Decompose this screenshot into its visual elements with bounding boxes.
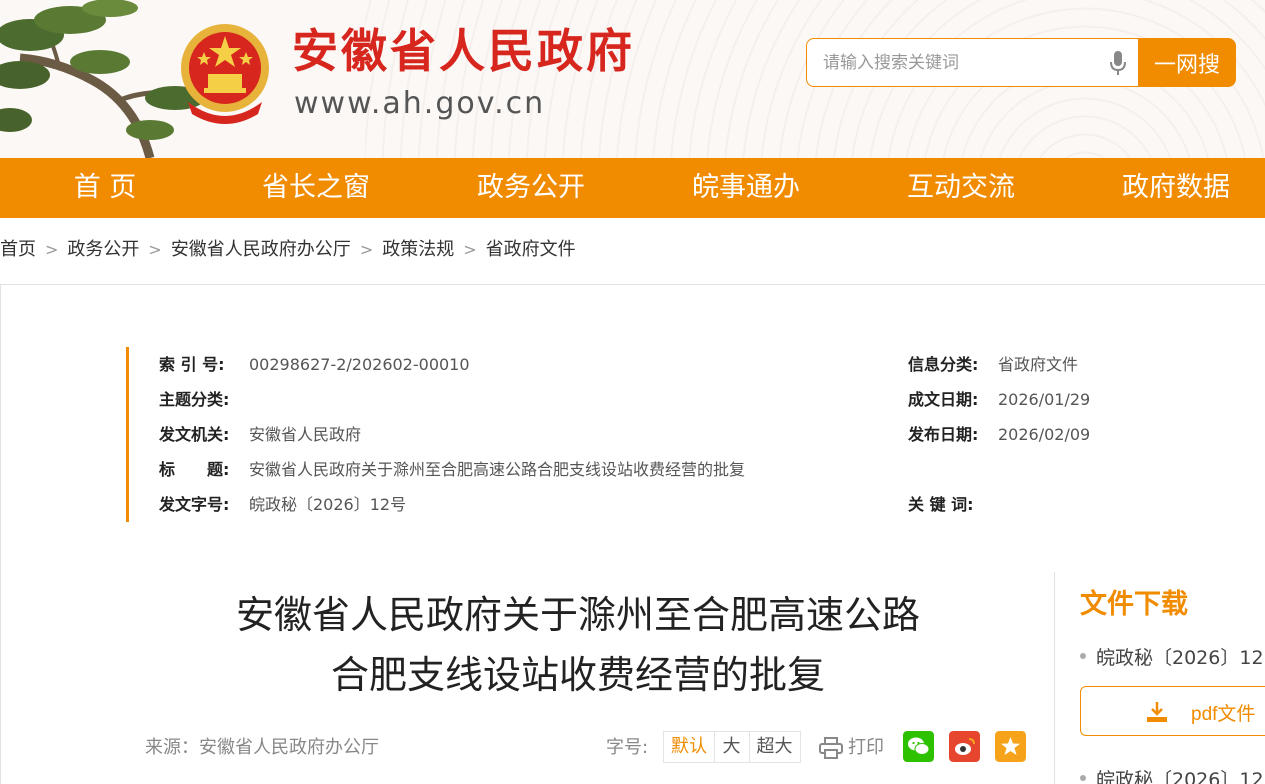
info-label: 成文日期:	[908, 390, 979, 409]
document-source: 来源：安徽省人民政府办公厅	[145, 737, 379, 758]
nav-item-data[interactable]: 政府数据	[1070, 158, 1265, 218]
favorite-icon[interactable]	[995, 731, 1026, 762]
info-label: 发文字号:	[159, 495, 230, 514]
font-size-large-button[interactable]: 大	[714, 731, 750, 763]
font-size-label: 字号:	[606, 737, 649, 758]
main-nav: 首 页 省长之窗 政务公开 皖事通办 互动交流 政府数据	[0, 158, 1265, 218]
info-issuer: 发文机关: 安徽省人民政府	[159, 417, 361, 452]
document-title-line2: 合肥支线设站收费经营的批复	[330, 653, 825, 697]
nav-item-home[interactable]: 首 页	[0, 158, 210, 218]
breadcrumb-documents[interactable]: 省政府文件	[486, 239, 576, 260]
bullet-icon	[1080, 774, 1086, 781]
font-size-xlarge-button[interactable]: 超大	[749, 731, 801, 763]
info-value: 2026/01/29	[998, 390, 1091, 409]
sidebar-divider	[1054, 572, 1055, 784]
download-file-name: 皖政秘〔2026〕12	[1096, 769, 1264, 784]
print-icon[interactable]	[819, 737, 843, 759]
document-info-table: 索 引 号: 00298627-2/202602-00010 信息分类: 省政府文件…	[126, 347, 1126, 522]
info-label: 信息分类:	[908, 355, 979, 374]
info-label: 索 引 号:	[159, 355, 225, 374]
download-file-link[interactable]: 皖政秘〔2026〕12	[1080, 765, 1264, 784]
site-url: www.ah.gov.cn	[294, 86, 546, 121]
pdf-download-button[interactable]: pdf文件	[1080, 686, 1265, 736]
weibo-icon[interactable]	[949, 731, 980, 762]
search-button[interactable]: 一网搜	[1138, 38, 1236, 87]
download-file-link[interactable]: 皖政秘〔2026〕12	[1080, 643, 1264, 670]
font-size-default-button[interactable]: 默认	[663, 731, 715, 763]
document-title-line1: 安徽省人民政府关于滁州至合肥高速公路	[235, 593, 920, 637]
nav-item-affairs[interactable]: 政务公开	[425, 158, 637, 218]
print-button[interactable]: 打印	[848, 733, 884, 763]
info-value: 省政府文件	[998, 355, 1079, 374]
info-label: 发文机关:	[159, 425, 230, 444]
bullet-icon	[1080, 652, 1086, 659]
info-category: 信息分类: 省政府文件	[908, 347, 1078, 382]
breadcrumb-office[interactable]: 安徽省人民政府办公厅	[171, 239, 351, 260]
info-label: 标 题:	[159, 460, 230, 479]
national-emblem-icon	[181, 24, 269, 124]
info-keywords: 关 键 词:	[908, 487, 998, 522]
chevron-right-icon: >	[45, 240, 59, 259]
breadcrumb-policy[interactable]: 政策法规	[382, 239, 454, 260]
info-date-written: 成文日期: 2026/01/29	[908, 382, 1090, 417]
info-value: 00298627-2/202602-00010	[249, 355, 470, 374]
content-border	[0, 284, 1, 784]
wechat-icon[interactable]	[903, 731, 934, 762]
download-icon	[1147, 702, 1167, 722]
info-value: 安徽省人民政府	[249, 425, 362, 444]
document-title: 安徽省人民政府关于滁州至合肥高速公路 合肥支线设站收费经营的批复	[150, 585, 1006, 705]
search-bar: 一网搜	[806, 38, 1236, 87]
content-divider	[0, 284, 1265, 285]
info-label: 关 键 词:	[908, 495, 974, 514]
breadcrumb-home[interactable]: 首页	[0, 239, 36, 260]
info-label: 发布日期:	[908, 425, 979, 444]
pdf-label: pdf文件	[1191, 704, 1256, 725]
chevron-right-icon: >	[359, 240, 374, 259]
nav-item-governor[interactable]: 省长之窗	[210, 158, 422, 218]
info-title: 标 题: 安徽省人民政府关于滁州至合肥高速公路合肥支线设站收费经营的批复	[159, 452, 745, 487]
breadcrumb: 首页 > 政务公开 > 安徽省人民政府办公厅 > 政策法规 > 省政府文件	[0, 233, 576, 267]
info-value: 2026/02/09	[998, 425, 1091, 444]
microphone-icon[interactable]	[1108, 50, 1128, 76]
info-value: 皖政秘〔2026〕12号	[249, 495, 407, 514]
breadcrumb-affairs[interactable]: 政务公开	[67, 239, 139, 260]
nav-item-services[interactable]: 皖事通办	[640, 158, 852, 218]
nav-item-interaction[interactable]: 互动交流	[855, 158, 1067, 218]
chevron-right-icon: >	[463, 240, 477, 259]
info-index: 索 引 号: 00298627-2/202602-00010	[159, 347, 470, 382]
site-title: 安徽省人民政府	[292, 24, 635, 78]
site-header: 安徽省人民政府 www.ah.gov.cn 一网搜	[0, 0, 1265, 158]
chevron-right-icon: >	[148, 240, 162, 259]
search-input[interactable]	[806, 38, 1138, 87]
info-doc-number: 发文字号: 皖政秘〔2026〕12号	[159, 487, 406, 522]
info-topic: 主题分类:	[159, 382, 249, 417]
info-value: 安徽省人民政府关于滁州至合肥高速公路合肥支线设站收费经营的批复	[249, 460, 746, 479]
info-publish-date: 发布日期: 2026/02/09	[908, 417, 1090, 452]
download-section-title: 文件下载	[1080, 589, 1188, 620]
info-label: 主题分类:	[159, 390, 230, 409]
download-file-name: 皖政秘〔2026〕12	[1096, 647, 1264, 669]
